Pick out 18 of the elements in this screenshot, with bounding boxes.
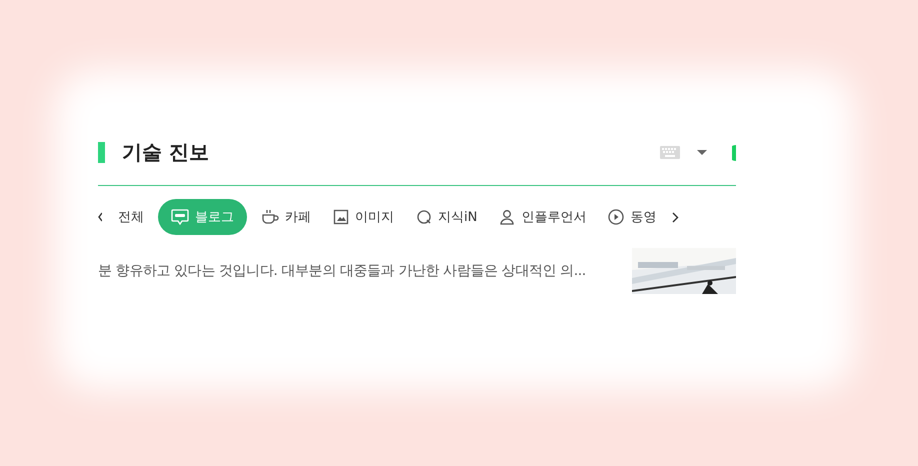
image-icon bbox=[333, 209, 349, 225]
accent-bar bbox=[98, 142, 105, 163]
tab[interactable]: 동영 bbox=[600, 199, 664, 235]
tab[interactable]: 인플루언서 bbox=[491, 199, 594, 235]
result-snippet: 분 향유하고 있다는 것입니다. 대부분의 대중들과 가난한 사람들은 상대적인 의... bbox=[98, 262, 586, 281]
cup-icon bbox=[261, 209, 279, 225]
tab[interactable]: 카페 bbox=[253, 199, 319, 235]
search-title: 기술 진보 bbox=[122, 139, 209, 166]
q-circle-icon bbox=[416, 209, 432, 225]
person-icon bbox=[499, 209, 516, 225]
play-icon bbox=[608, 209, 624, 225]
tab[interactable]: 지식iN bbox=[408, 199, 486, 235]
tab[interactable]: 이미지 bbox=[325, 199, 402, 235]
caret-icon[interactable] bbox=[697, 150, 707, 155]
chevron-right-icon[interactable] bbox=[672, 212, 680, 222]
chevron-left-icon[interactable] bbox=[98, 212, 102, 222]
tab[interactable]: 전체 bbox=[110, 199, 152, 235]
speech-bubble-icon bbox=[171, 209, 189, 225]
